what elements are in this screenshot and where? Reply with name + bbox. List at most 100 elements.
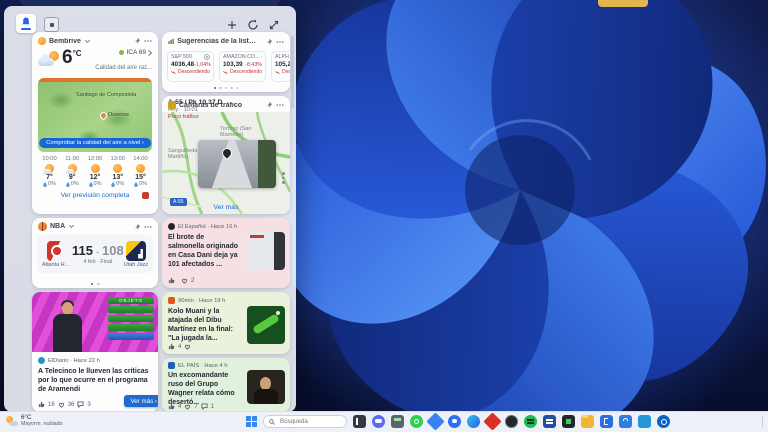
more-options-icon[interactable]: [144, 223, 152, 231]
source-logo-icon: [38, 357, 45, 364]
weather-logo-icon: [38, 37, 46, 45]
traffic-more-link[interactable]: Ver más: [162, 204, 290, 211]
widgets-panel: Bembrive 6 °C ICA 69 Calidad del aire ra…: [4, 6, 296, 412]
camera-trees-image: [258, 140, 276, 188]
droplet-icon: [111, 182, 115, 187]
like-icon[interactable]: [168, 277, 175, 284]
home-score: 115: [72, 243, 93, 258]
forecast-hour[interactable]: 12:00 12° 0%: [85, 156, 106, 187]
stock-tile[interactable]: S&P 500 4036,48-1,04% Descendiendo: [167, 51, 214, 82]
heart-icon[interactable]: [181, 277, 188, 284]
panel-scrollbar[interactable]: [291, 36, 294, 108]
widgets-home-button[interactable]: [16, 14, 36, 33]
pin-icon[interactable]: [265, 101, 273, 109]
taskbar-icon-store[interactable]: [619, 415, 632, 428]
ver-mas-button[interactable]: Ver más ›: [124, 395, 158, 407]
comment-icon[interactable]: [77, 401, 84, 408]
heart-icon[interactable]: [184, 343, 191, 350]
search-input[interactable]: [278, 417, 342, 426]
refresh-icon[interactable]: [247, 19, 259, 31]
weather-map[interactable]: Santiago de Compostela Ourense Comprobar…: [38, 78, 152, 152]
basketball-icon: [38, 222, 47, 231]
active-indicator: [21, 28, 31, 30]
taskbar-icon-teams-chat[interactable]: [372, 415, 385, 428]
taskbar-icon-quick-share[interactable]: [426, 412, 444, 430]
add-to-watchlist-icon[interactable]: [261, 54, 263, 60]
pagination-dots[interactable]: [162, 87, 290, 90]
search-icon: [269, 419, 275, 425]
utah-jazz-logo: [126, 241, 146, 261]
more-options-icon[interactable]: [144, 37, 152, 45]
watchlist-title: Sugerencias de la lista de seguim...: [177, 38, 259, 45]
news-card-elpais[interactable]: EL PAÍS · Hace 4 h Un excomandante ruso …: [162, 358, 290, 412]
map-options-icon[interactable]: [282, 170, 285, 186]
expand-icon[interactable]: [268, 19, 280, 31]
add-to-watchlist-icon[interactable]: [204, 54, 210, 60]
like-icon[interactable]: [168, 403, 175, 410]
article-meta: 90min · Hace 19 h: [178, 298, 225, 304]
weather-widget[interactable]: Bembrive 6 °C ICA 69 Calidad del aire ra…: [32, 32, 158, 214]
heart-icon[interactable]: [184, 403, 191, 410]
stocks-icon: [168, 37, 174, 46]
more-options-icon[interactable]: [276, 101, 284, 109]
game-score-card[interactable]: Atlanta Ha... 115 - 108 4 feb · Final Ut…: [37, 235, 153, 273]
taskbar-icon-spotify[interactable]: [524, 415, 537, 428]
stock-tile[interactable]: AMAZON.CO... 103,39-8,43% Descendiendo: [219, 51, 266, 82]
pin-icon[interactable]: [133, 223, 141, 231]
taskbar-icon-clock-app[interactable]: [505, 415, 518, 428]
taskbar-icon-messenger[interactable]: [448, 415, 461, 428]
taskbar-icon-copilot[interactable]: [467, 415, 480, 428]
taskbar-icon-dev-app[interactable]: [562, 415, 575, 428]
droplet-icon: [89, 182, 93, 187]
taskbar-icon-word[interactable]: [543, 415, 556, 428]
nba-widget[interactable]: NBA Atlanta Ha... 115 - 108 4 feb: [32, 218, 158, 288]
show-desktop-button[interactable]: [762, 416, 765, 427]
taskbar-icon-outlook[interactable]: [657, 415, 670, 428]
taskbar-icon-onenote[interactable]: [353, 415, 366, 428]
search-box[interactable]: [263, 415, 347, 428]
article-headline[interactable]: A Telecinco le llueven las críticas por …: [32, 364, 158, 394]
source-logo-icon: [168, 297, 175, 304]
traffic-camera-logo-icon: [168, 101, 176, 109]
stock-tile[interactable]: ALPH... 105,2 Descendiendo: [271, 51, 290, 82]
news-card-telecinco[interactable]: OBJETO ElDiario · Hace 22 h A Telecinco …: [32, 292, 158, 412]
add-widget-icon[interactable]: [226, 19, 238, 31]
forecast-hour[interactable]: 11:00 9° 0%: [62, 156, 83, 187]
pagination-dots[interactable]: [32, 283, 158, 286]
news-card-elespanol[interactable]: El Español · Hace 16 h El brote de salmo…: [162, 218, 290, 288]
taskbar-icon-file-explorer[interactable]: [581, 415, 594, 428]
traffic-cameras-widget[interactable]: Cámaras de tráfico Torroso (San Mamede) …: [162, 96, 290, 214]
heart-icon[interactable]: [58, 401, 65, 408]
full-forecast-link[interactable]: Ver previsión completa: [32, 188, 158, 204]
forecast-hour[interactable]: 13:00 13° 0%: [107, 156, 128, 187]
chevron-down-icon[interactable]: [68, 223, 75, 230]
like-icon[interactable]: [38, 401, 45, 408]
chevron-down-icon[interactable]: [84, 38, 91, 45]
like-icon[interactable]: [168, 343, 175, 350]
forecast-hour[interactable]: 14:00 15° 0%: [130, 156, 151, 187]
news-card-90min[interactable]: 90min · Hace 19 h Kolo Muani y la atajad…: [162, 292, 290, 354]
more-options-icon[interactable]: [276, 38, 284, 46]
current-weather-icon: [38, 51, 60, 66]
taskbar-icon-paint[interactable]: [600, 415, 613, 428]
pin-icon[interactable]: [133, 37, 141, 45]
air-quality-cta-button[interactable]: Comprobar la calidad del aire a nivel ›: [39, 138, 151, 148]
comment-icon[interactable]: [201, 403, 208, 410]
article-thumbnail: [247, 306, 285, 344]
watchlist-widget[interactable]: Sugerencias de la lista de seguim... S&P…: [162, 32, 290, 92]
taskbar-icon-whatsapp[interactable]: [410, 415, 423, 428]
map-pin-icon: [99, 111, 109, 121]
camera-thumbnail[interactable]: [198, 140, 276, 188]
air-quality-link[interactable]: ICA 69: [95, 49, 152, 56]
taskbar-icon-code[interactable]: [638, 415, 651, 428]
taskbar-icon-diamond-app[interactable]: [483, 412, 501, 430]
start-button[interactable]: [246, 416, 257, 427]
weather-location[interactable]: Bembrive: [49, 38, 81, 45]
forecast-hour[interactable]: 10:00 7° 0%: [39, 156, 60, 187]
feed-view-button[interactable]: [44, 17, 59, 32]
taskbar-icon-calculator[interactable]: [391, 415, 404, 428]
article-thumbnail: [247, 232, 285, 270]
article-thumbnail: [247, 370, 285, 404]
taskbar-weather-widget[interactable]: 6°C Mayorm. nublado: [6, 414, 63, 427]
pin-icon[interactable]: [265, 38, 273, 46]
